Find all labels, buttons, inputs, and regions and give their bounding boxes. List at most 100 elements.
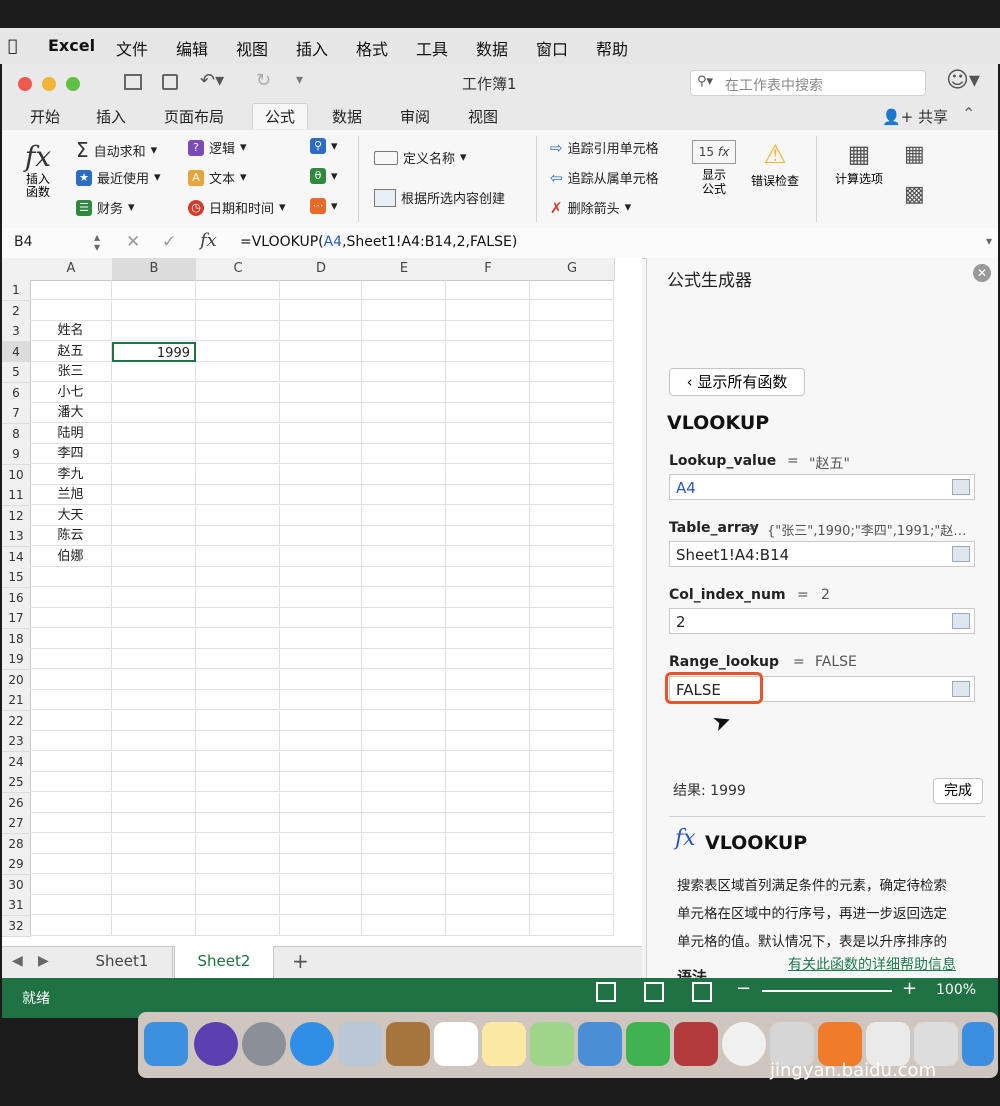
cell[interactable] bbox=[30, 608, 112, 628]
cell[interactable] bbox=[362, 362, 446, 382]
cell[interactable] bbox=[446, 628, 530, 649]
cell[interactable] bbox=[280, 731, 362, 751]
cell[interactable] bbox=[30, 280, 112, 300]
row-header[interactable]: 17 bbox=[2, 608, 31, 629]
column-header[interactable]: D bbox=[280, 258, 363, 281]
cell[interactable] bbox=[362, 649, 446, 669]
cell[interactable] bbox=[446, 362, 530, 382]
cell[interactable]: 张三 bbox=[30, 362, 112, 382]
cell[interactable] bbox=[112, 300, 196, 321]
cell[interactable] bbox=[196, 751, 280, 772]
column-header[interactable]: B bbox=[112, 258, 197, 281]
cell[interactable]: 小七 bbox=[30, 382, 112, 403]
column-header[interactable]: F bbox=[446, 258, 531, 281]
cell[interactable] bbox=[362, 854, 446, 874]
cell[interactable] bbox=[362, 587, 446, 608]
cell[interactable] bbox=[530, 546, 614, 567]
cell[interactable] bbox=[530, 464, 614, 485]
cell[interactable] bbox=[196, 403, 280, 423]
fx-icon[interactable]: fx bbox=[200, 230, 217, 251]
cell[interactable] bbox=[362, 669, 446, 690]
menu-data[interactable]: 数据 bbox=[476, 36, 508, 60]
cell[interactable] bbox=[196, 505, 280, 526]
row-header[interactable]: 11 bbox=[2, 485, 31, 506]
cell[interactable] bbox=[30, 567, 112, 587]
expand-formula-icon[interactable]: ▾ bbox=[986, 234, 992, 248]
cell[interactable] bbox=[196, 792, 280, 813]
calculate-sheet-icon[interactable]: ▩ bbox=[904, 182, 925, 207]
cell[interactable] bbox=[280, 505, 362, 526]
row-header[interactable]: 20 bbox=[2, 669, 31, 691]
menu-edit[interactable]: 编辑 bbox=[176, 36, 208, 60]
cell[interactable] bbox=[280, 751, 362, 772]
cell[interactable] bbox=[530, 526, 614, 546]
apple-icon[interactable]:  bbox=[8, 36, 18, 55]
cell[interactable] bbox=[362, 710, 446, 731]
cell[interactable] bbox=[362, 505, 446, 526]
range-select-icon[interactable] bbox=[952, 681, 970, 697]
cell[interactable] bbox=[362, 341, 446, 362]
cell[interactable] bbox=[112, 833, 196, 854]
close-icon[interactable]: ✕ bbox=[973, 264, 991, 282]
cell[interactable] bbox=[30, 874, 112, 895]
row-header[interactable]: 16 bbox=[2, 587, 31, 609]
cell[interactable] bbox=[280, 628, 362, 649]
cell[interactable] bbox=[280, 874, 362, 895]
cell[interactable] bbox=[196, 485, 280, 505]
menu-window[interactable]: 窗口 bbox=[536, 36, 568, 60]
cell[interactable] bbox=[196, 813, 280, 833]
cell[interactable] bbox=[280, 280, 362, 300]
name-box[interactable]: B4 bbox=[14, 234, 33, 250]
row-header[interactable]: 32 bbox=[2, 915, 31, 937]
cell[interactable] bbox=[362, 690, 446, 710]
tab-review[interactable]: 审阅 bbox=[400, 106, 430, 127]
cell[interactable] bbox=[446, 874, 530, 895]
math-button[interactable]: θ ▾ bbox=[310, 168, 338, 184]
cell[interactable] bbox=[530, 362, 614, 382]
cell[interactable] bbox=[446, 280, 530, 300]
cell[interactable] bbox=[362, 464, 446, 485]
cell[interactable] bbox=[280, 321, 362, 341]
cell[interactable] bbox=[196, 546, 280, 567]
zoom-out-button[interactable]: − bbox=[736, 978, 751, 999]
name-box-stepper[interactable]: ▴ ▾ bbox=[94, 231, 100, 253]
cell[interactable] bbox=[280, 895, 362, 915]
select-all-corner[interactable] bbox=[2, 258, 31, 281]
cell[interactable] bbox=[280, 403, 362, 423]
cell[interactable] bbox=[446, 526, 530, 546]
cell[interactable] bbox=[112, 587, 196, 608]
tab-page-layout[interactable]: 页面布局 bbox=[164, 106, 224, 127]
logical-button[interactable]: ? 逻辑 ▾ bbox=[188, 138, 247, 157]
cell[interactable] bbox=[30, 751, 112, 772]
cell[interactable] bbox=[530, 854, 614, 874]
zoom-in-button[interactable]: + bbox=[902, 978, 917, 999]
tab-home[interactable]: 开始 bbox=[30, 106, 60, 127]
cell[interactable] bbox=[530, 915, 614, 936]
cell[interactable] bbox=[112, 874, 196, 895]
cell[interactable] bbox=[530, 341, 614, 362]
cell[interactable] bbox=[280, 341, 362, 362]
show-all-functions-button[interactable]: ‹ 显示所有函数 bbox=[669, 368, 805, 396]
worksheet-grid[interactable]: ABCDEFG 1 2 3 姓名 4 赵五 1999 5 张三 6 小七 7 潘大 8 陆明 9 李四 10 李九 1… bbox=[2, 258, 642, 946]
cell[interactable] bbox=[446, 915, 530, 936]
cell[interactable] bbox=[530, 567, 614, 587]
cell[interactable] bbox=[280, 300, 362, 321]
safari-icon[interactable] bbox=[290, 1022, 334, 1066]
cell[interactable]: 陈云 bbox=[30, 526, 112, 546]
cell[interactable] bbox=[30, 628, 112, 649]
cell[interactable] bbox=[362, 751, 446, 772]
cell[interactable] bbox=[112, 608, 196, 628]
cell[interactable] bbox=[362, 915, 446, 936]
cell[interactable] bbox=[446, 505, 530, 526]
cell[interactable] bbox=[530, 300, 614, 321]
cell[interactable]: 大天 bbox=[30, 505, 112, 526]
cell[interactable] bbox=[196, 628, 280, 649]
help-link[interactable]: 有关此函数的详细帮助信息 bbox=[788, 954, 956, 974]
cell[interactable] bbox=[362, 833, 446, 854]
column-header[interactable]: C bbox=[196, 258, 281, 281]
cell[interactable] bbox=[196, 608, 280, 628]
cell[interactable] bbox=[30, 649, 112, 669]
tab-formulas[interactable]: 公式 bbox=[252, 103, 309, 129]
add-sheet-button[interactable]: + bbox=[292, 949, 309, 973]
cell[interactable] bbox=[446, 485, 530, 505]
